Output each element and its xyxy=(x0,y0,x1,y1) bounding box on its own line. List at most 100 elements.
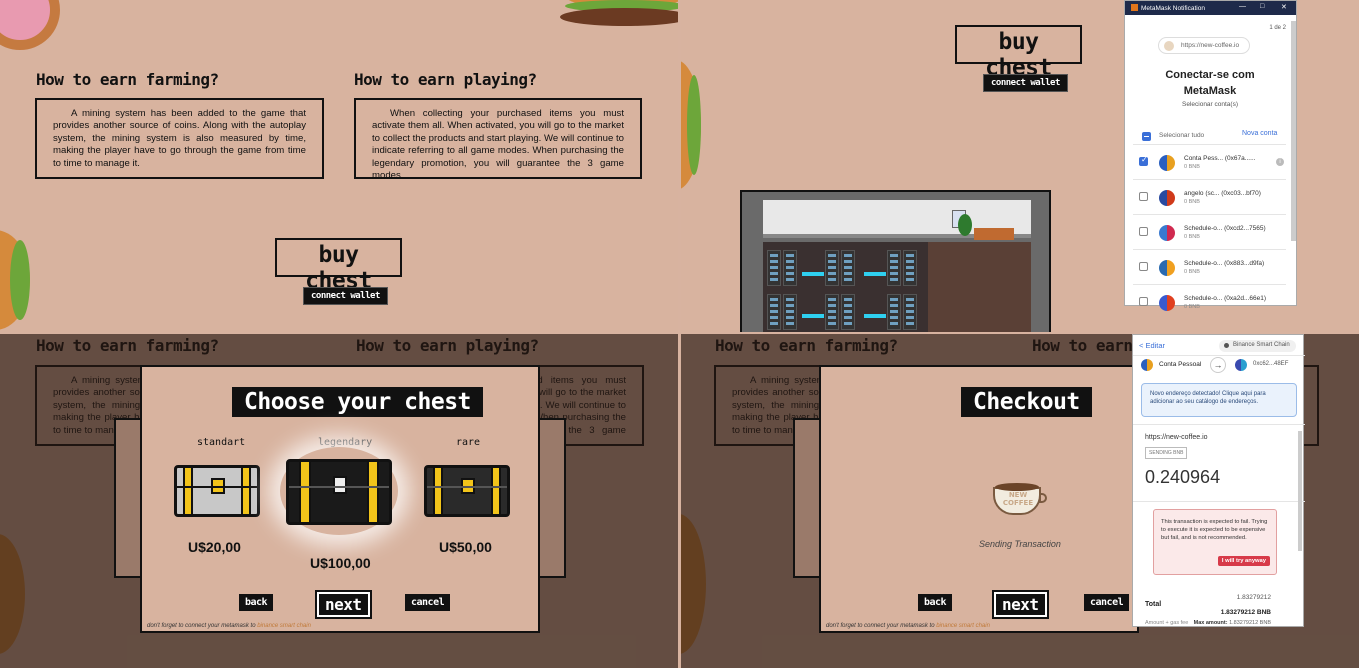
account-checkbox[interactable] xyxy=(1139,297,1148,306)
chest-rare[interactable] xyxy=(424,457,510,519)
footnote-link[interactable]: binance smart chain xyxy=(257,623,311,629)
total-label: Total xyxy=(1145,601,1162,608)
connect-wallet-button[interactable]: connect wallet xyxy=(303,287,388,305)
account-checkbox[interactable] xyxy=(1139,227,1148,236)
chest-rare-icon xyxy=(424,465,510,517)
scrollbar[interactable] xyxy=(1298,431,1302,551)
max-amount-label: Max amount: xyxy=(1193,620,1228,626)
chest-label-standart: standart xyxy=(197,437,246,448)
close-icon[interactable]: ✕ xyxy=(1281,3,1287,11)
logo-text: NEW COFFEE xyxy=(1002,491,1034,507)
footnote-link[interactable]: binance smart chain xyxy=(936,623,990,629)
burger-decoration xyxy=(560,0,678,50)
new-coffee-logo: NEW COFFEE xyxy=(991,475,1047,519)
back-button[interactable]: back xyxy=(918,594,953,611)
account-name: Schedule-o... (0xcd2...7565) xyxy=(1184,225,1266,232)
footnote-text: don't forget to connect your metamask to xyxy=(147,623,256,629)
burger-decoration xyxy=(0,230,30,330)
account-row[interactable]: Schedule-o... (0xa2d...66e1) 0 BNB xyxy=(1133,284,1286,318)
network-name: Binance Smart Chain xyxy=(1233,342,1290,348)
network-dot-icon xyxy=(1224,343,1229,348)
metamask-transaction-popup: < Editar Binance Smart Chain Conta Pesso… xyxy=(1132,334,1305,627)
edit-link[interactable]: < Editar xyxy=(1139,341,1165,350)
account-row[interactable]: ✓ Conta Pess... (0x67a...... 0 BNB i xyxy=(1133,144,1286,178)
account-name: Schedule-o... (0x883...d9fa) xyxy=(1184,260,1265,267)
chest-legendary-icon xyxy=(286,459,392,525)
page-panel-checkout: How to earn farming? How to earn playing… xyxy=(681,334,1359,668)
max-amount: Max amount: 1.83279212 BNB xyxy=(1194,620,1271,626)
connect-heading: Conectar-se com MetaMask xyxy=(1165,69,1255,97)
account-balance: 0 BNB xyxy=(1184,199,1200,205)
amount-value: 0.240964 xyxy=(1145,467,1221,487)
info-icon[interactable]: i xyxy=(1276,158,1284,166)
game-preview-scene xyxy=(740,190,1051,332)
new-account-link[interactable]: Nova conta xyxy=(1242,130,1277,137)
next-button[interactable]: next xyxy=(992,590,1049,619)
account-balance: 0 BNB xyxy=(1184,234,1200,240)
to-address: 0xc62...48EF xyxy=(1253,361,1289,367)
recipient-avatar xyxy=(1235,359,1247,371)
account-checkbox[interactable] xyxy=(1139,192,1148,201)
cancel-button[interactable]: cancel xyxy=(405,594,451,611)
checkout-modal: Checkout NEW COFFEE Sending Transaction … xyxy=(819,365,1139,633)
account-avatar xyxy=(1159,155,1175,171)
page-panel-choose-chest: How to earn farming? How to earn playing… xyxy=(0,334,678,668)
chest-legendary[interactable] xyxy=(280,447,398,535)
account-row[interactable]: angelo (sc... (0xc03...bf70) 0 BNB xyxy=(1133,179,1286,213)
select-accounts-subheading: Selecionar conta(s) xyxy=(1182,101,1238,108)
metamask-connect-popup: MetaMask Notification — □ ✕ 1 de 2 https… xyxy=(1124,0,1297,311)
choose-chest-modal: Choose your chest standart legendary rar… xyxy=(140,365,540,633)
total-fiat: 1.83279212 xyxy=(1236,594,1271,601)
cancel-button[interactable]: cancel xyxy=(1084,594,1130,611)
metamask-titlebar: MetaMask Notification — □ ✕ xyxy=(1125,1,1296,15)
fox-icon xyxy=(1131,4,1138,11)
connect-wallet-button[interactable]: connect wallet xyxy=(983,74,1068,92)
account-row[interactable]: Schedule-o... (0x883...d9fa) 0 BNB xyxy=(1133,249,1286,283)
sending-bnb-tag: SENDING BNB xyxy=(1145,447,1188,459)
origin-url: https://new-coffee.io xyxy=(1145,434,1208,441)
price-legendary: U$100,00 xyxy=(310,555,371,571)
new-address-notice[interactable]: Novo endereço detectado! Clique aqui par… xyxy=(1141,383,1297,417)
minimize-icon[interactable]: — xyxy=(1239,3,1246,10)
chest-standart[interactable] xyxy=(174,457,260,519)
to-account[interactable]: 0xc62...48EF xyxy=(1235,359,1305,375)
try-anyway-button[interactable]: I will try anyway xyxy=(1217,556,1270,566)
page-panel-info: How to earn farming? How to earn playing… xyxy=(0,0,678,332)
from-account-name: Conta Pessoal xyxy=(1159,361,1202,368)
footnote-text: don't forget to connect your metamask to xyxy=(826,623,935,629)
site-pill: https://new-coffee.io xyxy=(1158,37,1250,54)
account-avatar xyxy=(1159,190,1175,206)
max-amount-value: 1.83279212 BNB xyxy=(1229,620,1271,626)
account-balance: 0 BNB xyxy=(1184,269,1200,275)
chest-label-rare: rare xyxy=(456,437,481,448)
burger-decoration xyxy=(681,60,711,190)
metamask-footnote: don't forget to connect your metamask to… xyxy=(826,623,990,629)
page-panel-metamask-connect: buy chest connect wallet MetaMask Notifi… xyxy=(681,0,1359,332)
account-row[interactable]: Schedule-o... (0xcd2...7565) 0 BNB xyxy=(1133,214,1286,248)
select-all-checkbox[interactable] xyxy=(1142,132,1151,141)
maximize-icon[interactable]: □ xyxy=(1260,3,1264,10)
account-checkbox[interactable]: ✓ xyxy=(1139,155,1148,166)
playing-text-box: When collecting your purchased items you… xyxy=(354,98,642,181)
account-avatar xyxy=(1159,295,1175,311)
price-rare: U$50,00 xyxy=(439,539,492,555)
farming-heading: How to earn farming? xyxy=(36,70,219,89)
back-button[interactable]: back xyxy=(239,594,274,611)
modal-title: Checkout xyxy=(961,387,1092,417)
playing-heading: How to earn playing? xyxy=(354,70,537,89)
buy-chest-title: buy chest xyxy=(275,238,402,294)
account-name: angelo (sc... (0xc03...bf70) xyxy=(1184,190,1261,197)
fail-warning: This transaction is expected to fail. Tr… xyxy=(1153,509,1277,575)
account-name: Schedule-o... (0xa2d...66e1) xyxy=(1184,295,1267,302)
account-name: Conta Pess... (0x67a...... xyxy=(1184,155,1256,162)
scrollbar[interactable] xyxy=(1291,21,1296,241)
farming-text-box: A mining system has been added to the ga… xyxy=(35,98,324,179)
metamask-footnote: don't forget to connect your metamask to… xyxy=(147,623,311,629)
network-pill[interactable]: Binance Smart Chain xyxy=(1219,340,1296,352)
chest-standart-icon xyxy=(174,465,260,517)
arrow-right-icon: → xyxy=(1210,357,1226,373)
from-account[interactable]: Conta Pessoal xyxy=(1141,359,1216,375)
next-button[interactable]: next xyxy=(315,590,372,619)
account-checkbox[interactable] xyxy=(1139,262,1148,271)
account-avatar xyxy=(1159,225,1175,241)
